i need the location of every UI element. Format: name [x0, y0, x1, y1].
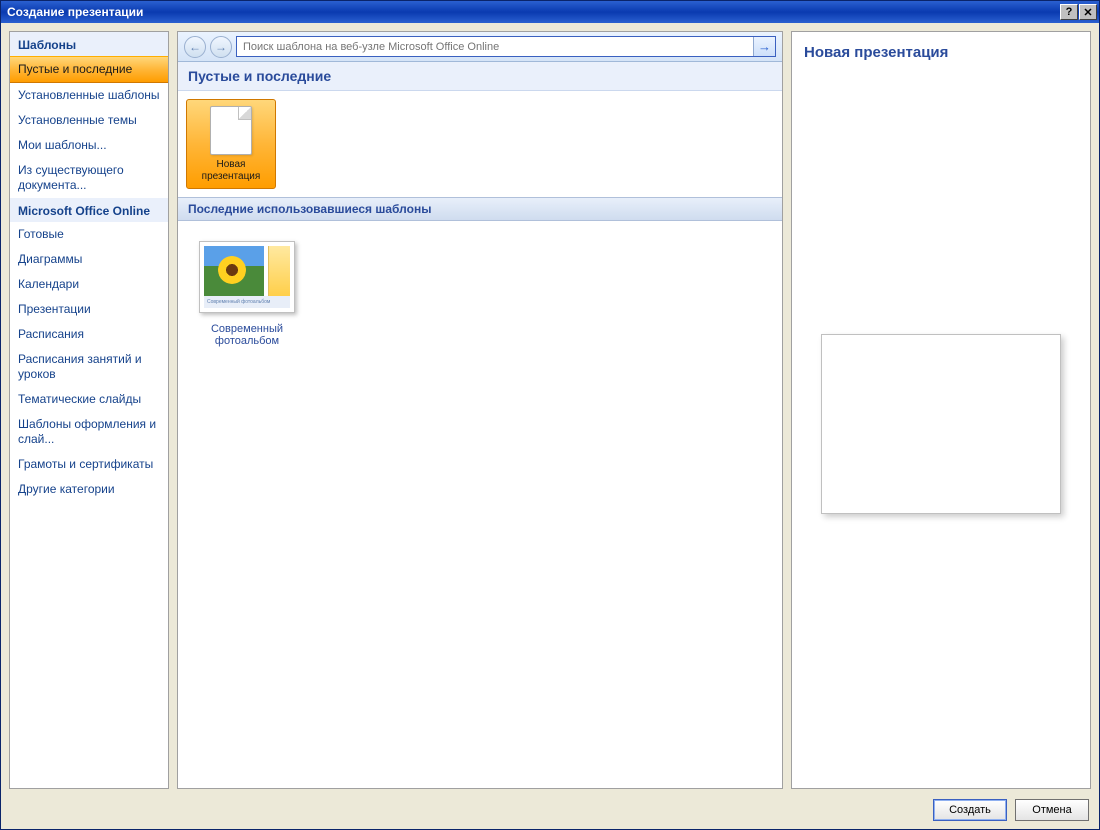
sidebar-item-label: Установленные шаблоны: [18, 88, 160, 102]
sidebar-item-installed-templates[interactable]: Установленные шаблоны: [10, 83, 168, 108]
create-button[interactable]: Создать: [933, 799, 1007, 821]
template-new-presentation[interactable]: Новая презентация: [186, 99, 282, 189]
recent-template-item[interactable]: Современный фотоальбом Современный фотоа…: [192, 241, 302, 347]
preview-area: [804, 71, 1078, 776]
gallery-row-blank: Новая презентация: [178, 91, 782, 197]
sidebar-item-installed-themes[interactable]: Установленные темы: [10, 108, 168, 133]
recent-header: Последние использовавшиеся шаблоны: [178, 197, 782, 221]
sidebar-item-blank-recent[interactable]: Пустые и последние: [10, 56, 168, 83]
arrow-right-icon: →: [758, 39, 771, 54]
sidebar-item-label: Расписания: [18, 327, 84, 341]
arrow-right-icon: →: [215, 40, 227, 54]
arrow-left-icon: ←: [189, 40, 201, 54]
sidebar-item-from-existing[interactable]: Из существующего документа...: [10, 158, 168, 198]
thumb-side-strip: [268, 246, 290, 296]
document-icon: [210, 106, 252, 155]
search-go-button[interactable]: →: [753, 37, 775, 56]
sidebar-item-label: Мои шаблоны...: [18, 138, 107, 152]
cancel-button[interactable]: Отмена: [1015, 799, 1089, 821]
sidebar-item-label: Установленные темы: [18, 113, 137, 127]
nav-back-button[interactable]: ←: [184, 36, 206, 58]
sidebar-item-label: Из существующего документа...: [18, 163, 124, 192]
titlebar: Создание презентации ? ✕: [1, 1, 1099, 23]
sidebar-item-theme-slides[interactable]: Тематические слайды: [10, 387, 168, 412]
titlebar-buttons: ? ✕: [1059, 4, 1097, 20]
sidebar-item-label: Другие категории: [18, 482, 115, 496]
gallery: Новая презентация Последние использовавш…: [178, 91, 782, 788]
sidebar-item-label: Тематические слайды: [18, 392, 141, 406]
section-title: Пустые и последние: [178, 62, 782, 91]
sidebar-item-label: Шаблоны оформления и слай...: [18, 417, 156, 446]
window-title: Создание презентации: [7, 5, 1059, 19]
sidebar-item-label: Расписания занятий и уроков: [18, 352, 142, 381]
recent-template-thumb: Современный фотоальбом: [199, 241, 295, 313]
sidebar-item-label: Календари: [18, 277, 79, 291]
close-button[interactable]: ✕: [1079, 4, 1097, 20]
sidebar-item-label: Презентации: [18, 302, 91, 316]
sidebar-item-featured[interactable]: Готовые: [10, 222, 168, 247]
template-label: Новая презентация: [191, 159, 271, 182]
preview-pane: Новая презентация: [791, 31, 1091, 789]
sidebar-item-label: Грамоты и сертификаты: [18, 457, 153, 471]
sidebar-item-design-templates[interactable]: Шаблоны оформления и слай...: [10, 412, 168, 452]
dialog-button-row: Создать Отмена: [9, 797, 1091, 821]
toolbar: ← → →: [178, 32, 782, 62]
sidebar-item-certificates[interactable]: Грамоты и сертификаты: [10, 452, 168, 477]
search-input[interactable]: [237, 37, 753, 56]
content-pane: ← → → Пустые и последние: [177, 31, 783, 789]
sidebar-item-my-templates[interactable]: Мои шаблоны...: [10, 133, 168, 158]
sunflower-image: [204, 246, 264, 296]
dialog-window: Создание презентации ? ✕ Шаблоны Пустые …: [0, 0, 1100, 830]
help-button[interactable]: ?: [1060, 4, 1078, 20]
sidebar-header-templates: Шаблоны: [10, 32, 168, 56]
nav-forward-button[interactable]: →: [210, 36, 232, 58]
main-row: Шаблоны Пустые и последние Установленные…: [9, 31, 1091, 789]
sidebar-item-label: Пустые и последние: [18, 62, 132, 76]
sidebar-item-class-schedules[interactable]: Расписания занятий и уроков: [10, 347, 168, 387]
sidebar: Шаблоны Пустые и последние Установленные…: [9, 31, 169, 789]
sidebar-item-presentations[interactable]: Презентации: [10, 297, 168, 322]
search-box: →: [236, 36, 776, 57]
sidebar-item-label: Диаграммы: [18, 252, 82, 266]
preview-slide: [821, 334, 1061, 514]
recent-template-label: Современный фотоальбом: [192, 323, 302, 347]
preview-title: Новая презентация: [804, 44, 1078, 61]
sidebar-item-diagrams[interactable]: Диаграммы: [10, 247, 168, 272]
sidebar-item-other-categories[interactable]: Другие категории: [10, 477, 168, 502]
thumb-footer-text: Современный фотоальбом: [204, 296, 290, 308]
dialog-body: Шаблоны Пустые и последние Установленные…: [1, 23, 1099, 829]
sidebar-header-online: Microsoft Office Online: [10, 198, 168, 222]
sidebar-item-calendars[interactable]: Календари: [10, 272, 168, 297]
sidebar-item-schedules[interactable]: Расписания: [10, 322, 168, 347]
sidebar-item-label: Готовые: [18, 227, 64, 241]
template-thumb: Новая презентация: [186, 99, 276, 189]
